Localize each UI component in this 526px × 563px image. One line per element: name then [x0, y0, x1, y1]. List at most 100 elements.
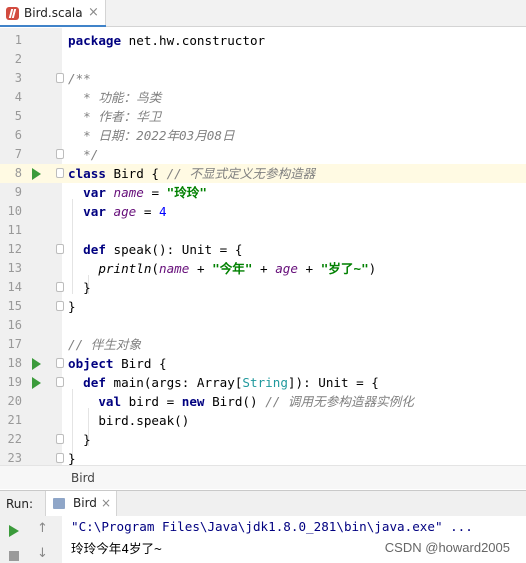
- line-number: 3: [14, 71, 22, 85]
- scala-file-icon: [6, 7, 19, 20]
- number-literal: 4: [159, 204, 167, 219]
- function-call: println: [98, 261, 152, 276]
- fold-marker[interactable]: [56, 168, 64, 178]
- console-command-line: "C:\Program Files\Java\jdk1.8.0_281\bin\…: [71, 519, 473, 534]
- keyword: new: [181, 394, 205, 409]
- operator: +: [252, 261, 276, 276]
- keyword: def: [83, 375, 106, 390]
- code-editor[interactable]: 1 package net.hw.constructor 2 3 /** 4 *…: [0, 28, 526, 466]
- closing-brace: }: [68, 299, 76, 314]
- fold-marker[interactable]: [56, 244, 64, 254]
- class-name: Bird {: [105, 166, 167, 181]
- watermark: CSDN @howard2005: [384, 540, 510, 555]
- variable: name: [113, 185, 144, 200]
- object-name: Bird {: [113, 356, 167, 371]
- line-comment: // 伴生对象: [68, 337, 142, 352]
- code-line: 2: [0, 50, 526, 69]
- active-tab-indicator: [0, 25, 106, 27]
- punct: (: [151, 261, 160, 276]
- line-number: 12: [7, 242, 22, 256]
- method-signature: speak(): Unit = {: [105, 242, 243, 257]
- line-number: 14: [7, 280, 22, 294]
- line-number: 9: [14, 185, 22, 199]
- code-line: 16: [0, 316, 526, 335]
- operator: =: [136, 204, 160, 219]
- code-text: bird.speak(): [98, 413, 190, 428]
- fold-marker[interactable]: [56, 149, 64, 159]
- code-line-current: 8 class Bird { // 不显式定义无参构造器: [0, 164, 526, 183]
- doc-comment: * 功能：鸟类: [68, 90, 162, 105]
- line-number: 6: [14, 128, 22, 142]
- run-gutter-icon[interactable]: [32, 358, 41, 370]
- method-signature: ]): Unit = {: [287, 375, 379, 390]
- fold-marker[interactable]: [56, 73, 64, 83]
- line-number: 21: [7, 413, 22, 427]
- breadcrumb: Bird: [0, 465, 526, 489]
- code-line: 21 bird.speak(): [0, 411, 526, 430]
- variable: age: [275, 261, 298, 276]
- fold-marker[interactable]: [56, 453, 64, 463]
- doc-comment: /**: [68, 71, 91, 86]
- code-text: Bird(): [204, 394, 266, 409]
- code-line: 19 def main(args: Array[String]): Unit =…: [0, 373, 526, 392]
- keyword: class: [68, 166, 106, 181]
- line-number: 11: [7, 223, 22, 237]
- line-number: 13: [7, 261, 22, 275]
- keyword: var: [83, 204, 106, 219]
- fold-marker[interactable]: [56, 282, 64, 292]
- fold-marker[interactable]: [56, 358, 64, 368]
- doc-comment: * 日期：2022年03月08日: [68, 128, 235, 143]
- code-line: 6 * 日期：2022年03月08日: [0, 126, 526, 145]
- run-gutter-icon[interactable]: [32, 377, 41, 389]
- type-name: String: [242, 375, 288, 390]
- variable: age: [113, 204, 137, 219]
- line-number: 1: [14, 33, 22, 47]
- fold-marker[interactable]: [56, 377, 64, 387]
- line-number: 16: [7, 318, 22, 332]
- keyword: var: [83, 185, 106, 200]
- operator: +: [189, 261, 213, 276]
- code-line: 3 /**: [0, 69, 526, 88]
- code-line: 15 }: [0, 297, 526, 316]
- editor-tab-bar: Bird.scala ×: [0, 0, 526, 27]
- breadcrumb-item[interactable]: Bird: [71, 471, 95, 485]
- line-number: 15: [7, 299, 22, 313]
- code-line: 20 val bird = new Bird() // 调用无参构造器实例化: [0, 392, 526, 411]
- fold-marker[interactable]: [56, 301, 64, 311]
- operator: +: [297, 261, 321, 276]
- keyword: object: [68, 356, 114, 371]
- run-tab-label: Bird: [73, 496, 97, 510]
- line-number: 8: [14, 166, 22, 180]
- string-literal: "玲玲": [166, 185, 207, 200]
- run-gutter-icon[interactable]: [32, 168, 41, 180]
- code-text: bird =: [121, 394, 182, 409]
- run-tab-bird[interactable]: Bird ×: [45, 491, 117, 516]
- code-line: 5 * 作者：华卫: [0, 107, 526, 126]
- stop-icon[interactable]: [9, 551, 19, 561]
- code-line: 17 // 伴生对象: [0, 335, 526, 354]
- code-line: 10 var age = 4: [0, 202, 526, 221]
- variable: name: [159, 261, 190, 276]
- line-number: 18: [7, 356, 22, 370]
- tab-label: Bird.scala: [24, 6, 83, 20]
- line-comment: // 调用无参构造器实例化: [265, 394, 414, 409]
- code-line: 4 * 功能：鸟类: [0, 88, 526, 107]
- closing-brace: }: [83, 280, 91, 295]
- line-number: 10: [7, 204, 22, 218]
- arrow-down-icon[interactable]: ↓: [37, 546, 48, 561]
- keyword: package: [68, 33, 122, 48]
- operator: =: [143, 185, 167, 200]
- keyword: val: [98, 394, 122, 409]
- line-number: 2: [14, 52, 22, 66]
- arrow-up-icon[interactable]: ↑: [37, 521, 48, 536]
- code-line: 14 }: [0, 278, 526, 297]
- close-icon[interactable]: ×: [88, 5, 99, 20]
- code-line: 7 */: [0, 145, 526, 164]
- line-number: 7: [14, 147, 22, 161]
- close-icon[interactable]: ×: [101, 496, 111, 510]
- rerun-icon[interactable]: [9, 525, 19, 537]
- line-number: 5: [14, 109, 22, 123]
- code-line: 22 }: [0, 430, 526, 449]
- fold-marker[interactable]: [56, 434, 64, 444]
- tab-bird-scala[interactable]: Bird.scala ×: [0, 0, 106, 27]
